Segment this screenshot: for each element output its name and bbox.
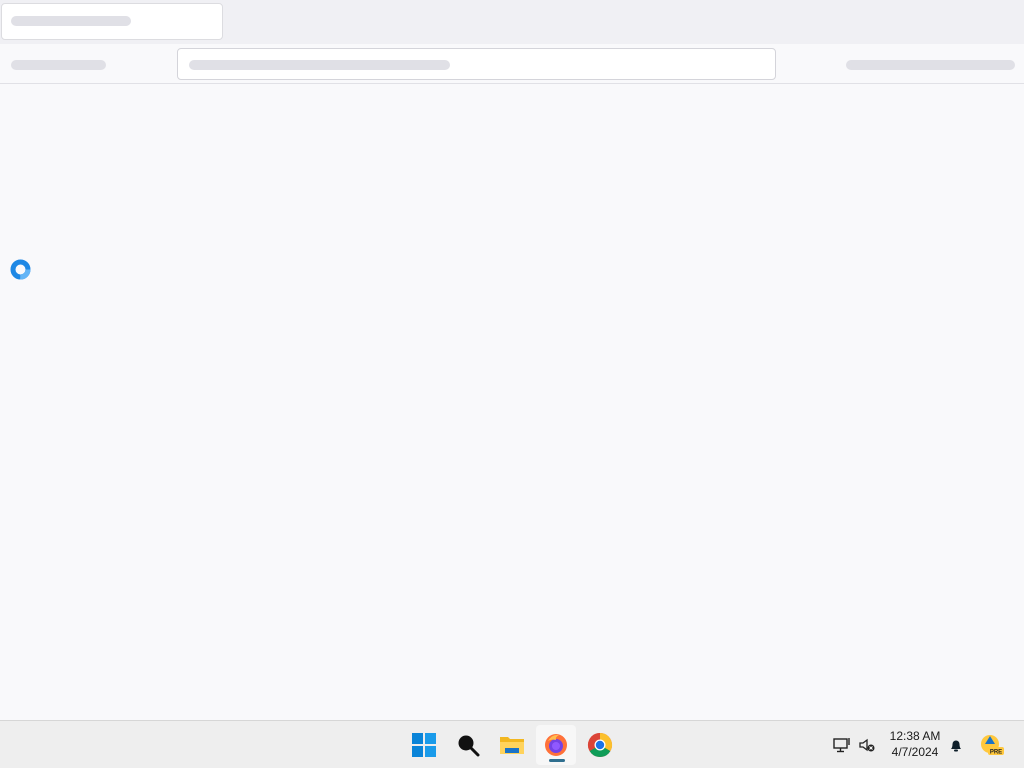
address-bar-placeholder — [189, 60, 450, 70]
pre-badge-label: PRE — [990, 750, 1002, 756]
network-icon[interactable] — [832, 735, 852, 755]
desktop-screen: 12:38 AM 4/7/2024 PRE — [0, 0, 1024, 768]
page-content — [0, 84, 1024, 720]
search-button[interactable] — [448, 725, 488, 765]
chrome-icon — [587, 733, 613, 758]
toolbar-left-placeholder — [11, 60, 106, 70]
bell-icon[interactable] — [946, 735, 966, 755]
tab-title-placeholder — [11, 16, 131, 26]
browser-tab-strip — [0, 0, 1024, 44]
firefox-icon — [545, 734, 567, 756]
start-button[interactable] — [404, 725, 444, 765]
address-bar[interactable] — [177, 48, 776, 80]
loading-spinner-icon — [10, 259, 31, 280]
search-icon — [458, 735, 480, 757]
pre-badge-icon[interactable]: PRE — [978, 735, 1006, 756]
folder-icon — [500, 737, 524, 754]
taskbar-clock[interactable]: 12:38 AM 4/7/2024 — [884, 728, 946, 760]
browser-toolbar — [0, 44, 1024, 84]
clock-date: 4/7/2024 — [891, 745, 939, 759]
taskbar: 12:38 AM 4/7/2024 PRE — [0, 720, 1024, 768]
file-explorer-button[interactable] — [492, 725, 532, 765]
active-app-indicator — [549, 759, 565, 762]
volume-muted-icon[interactable] — [857, 735, 877, 755]
browser-tab-active[interactable] — [1, 3, 223, 40]
toolbar-right-placeholder — [846, 60, 1015, 70]
windows-icon — [412, 733, 436, 757]
clock-time: 12:38 AM — [889, 729, 941, 743]
chrome-button[interactable] — [580, 725, 620, 765]
